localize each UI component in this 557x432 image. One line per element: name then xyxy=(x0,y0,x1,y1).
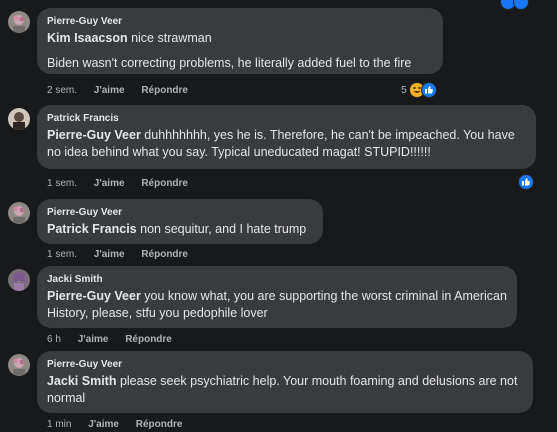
comment-bubble: Patrick Francis Pierre-Guy Veer duhhhhhh… xyxy=(37,105,536,169)
comment-actions: 6 h J'aime Répondre xyxy=(47,334,186,345)
avatar[interactable] xyxy=(8,11,30,33)
comment-bubble: Jacki Smith Pierre-Guy Veer you know wha… xyxy=(37,266,517,328)
comment-actions: 1 sem. J'aime Répondre xyxy=(47,249,202,260)
comment-bubble: Pierre-Guy Veer Patrick Francis non sequ… xyxy=(37,199,323,244)
comment-text: Jacki Smith please seek psychiatric help… xyxy=(47,373,523,407)
like-button[interactable]: J'aime xyxy=(94,249,125,260)
mention[interactable]: Patrick Francis xyxy=(47,222,137,236)
reply-button[interactable]: Répondre xyxy=(141,249,188,260)
reaction-summary[interactable] xyxy=(518,174,534,190)
comment-time[interactable]: 2 sem. xyxy=(47,85,77,96)
reply-button[interactable]: Répondre xyxy=(125,334,172,345)
comment-text: Kim Isaacson nice strawman xyxy=(47,30,433,47)
comment-author[interactable]: Pierre-Guy Veer xyxy=(47,358,523,371)
comment-author[interactable]: Pierre-Guy Veer xyxy=(47,206,313,219)
reaction-summary[interactable]: 5 xyxy=(401,82,437,98)
comment-author[interactable]: Pierre-Guy Veer xyxy=(47,15,433,28)
comment-bubble: Pierre-Guy Veer Kim Isaacson nice strawm… xyxy=(37,8,443,74)
like-button[interactable]: J'aime xyxy=(94,178,125,189)
mention[interactable]: Pierre-Guy Veer xyxy=(47,128,141,142)
mention[interactable]: Pierre-Guy Veer xyxy=(47,289,141,303)
comment-text-body: nice strawman xyxy=(127,31,212,45)
avatar[interactable] xyxy=(8,202,30,224)
comment-text: Pierre-Guy Veer you know what, you are s… xyxy=(47,288,507,322)
comment-time[interactable]: 6 h xyxy=(47,334,61,345)
comment-time[interactable]: 1 sem. xyxy=(47,249,77,260)
avatar[interactable] xyxy=(8,354,30,376)
reaction-count: 5 xyxy=(401,84,407,96)
comment-author[interactable]: Jacki Smith xyxy=(47,273,507,286)
comment-text: Patrick Francis non sequitur, and I hate… xyxy=(47,221,313,238)
reply-button[interactable]: Répondre xyxy=(141,85,188,96)
comment-text-body: non sequitur, and I hate trump xyxy=(136,222,307,236)
like-reaction-icon xyxy=(420,82,437,98)
reply-button[interactable]: Répondre xyxy=(141,178,188,189)
like-button[interactable]: J'aime xyxy=(78,334,109,345)
comment-bubble: Pierre-Guy Veer Jacki Smith please seek … xyxy=(37,351,533,413)
comment-text-body: please seek psychiatric help. Your mouth… xyxy=(47,374,518,405)
like-reaction-icon xyxy=(513,0,529,10)
comment-actions: 1 sem. J'aime Répondre xyxy=(47,178,202,189)
mention[interactable]: Kim Isaacson xyxy=(47,31,128,45)
reply-button[interactable]: Répondre xyxy=(136,419,183,430)
comment-actions: 2 sem. J'aime Répondre xyxy=(47,85,202,96)
comment-author[interactable]: Patrick Francis xyxy=(47,112,526,125)
like-button[interactable]: J'aime xyxy=(88,419,119,430)
like-button[interactable]: J'aime xyxy=(94,85,125,96)
comment-actions: 1 min J'aime Répondre xyxy=(47,419,196,430)
comment-text: Pierre-Guy Veer duhhhhhhh, yes he is. Th… xyxy=(47,127,526,161)
comment-time[interactable]: 1 sem. xyxy=(47,178,77,189)
like-reaction-icon xyxy=(518,174,534,190)
avatar[interactable] xyxy=(8,269,30,291)
top-reactions xyxy=(500,0,529,10)
mention[interactable]: Jacki Smith xyxy=(47,374,116,388)
comment-text-2: Biden wasn't correcting problems, he lit… xyxy=(47,56,412,70)
avatar[interactable] xyxy=(8,108,30,130)
comment-time[interactable]: 1 min xyxy=(47,419,71,430)
